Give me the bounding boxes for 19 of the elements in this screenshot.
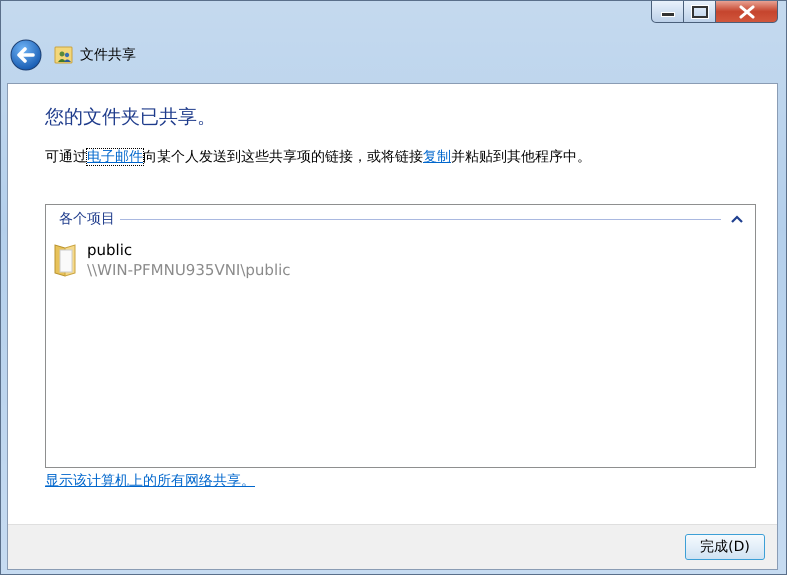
finish-button[interactable]: 完成(D) xyxy=(685,534,765,560)
item-name[interactable]: public xyxy=(87,241,291,259)
item-path: \\WIN-PFMNU935VNI\public xyxy=(87,261,291,279)
maximize-button[interactable] xyxy=(684,1,716,23)
intro-text: 可通过电子邮件向某个人发送到这些共享项的链接，或将链接复制并粘贴到其他程序中。 xyxy=(45,148,592,166)
dialog-heading: 您的文件夹已共享。 xyxy=(45,105,217,130)
close-button[interactable] xyxy=(716,1,778,23)
minimize-icon xyxy=(660,12,674,17)
inline-link[interactable]: 电子邮件 xyxy=(87,149,143,165)
shared-folder-icon xyxy=(54,45,74,65)
window-title: 文件共享 xyxy=(80,46,136,64)
show-all-shares-link[interactable]: 显示该计算机上的所有网络共享。 xyxy=(45,472,255,490)
minimize-button[interactable] xyxy=(651,1,684,23)
maximize-icon xyxy=(692,6,708,18)
back-button[interactable] xyxy=(10,39,42,71)
close-icon xyxy=(738,4,756,18)
inline-link[interactable]: 复制 xyxy=(423,149,451,165)
collapse-caret-icon[interactable] xyxy=(731,215,743,223)
group-title: 各个项目 xyxy=(59,210,115,228)
